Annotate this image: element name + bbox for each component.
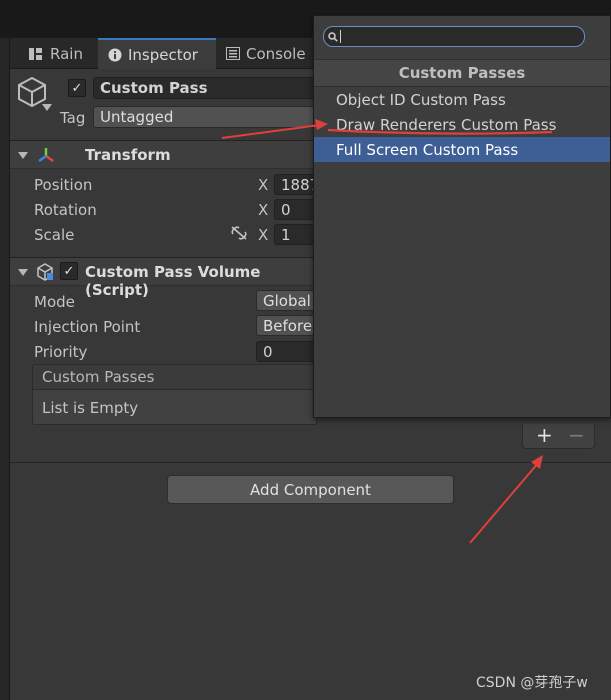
annotation-arrow-to-item: [221, 124, 321, 139]
annotation-arrowhead: [531, 455, 543, 469]
watermark-text: CSDN @芽孢子w: [476, 675, 588, 691]
annotation-arrow-to-add: [469, 461, 540, 544]
annotation-arrowhead: [315, 119, 328, 130]
annotation-overlay: [221, 119, 553, 544]
annotation-underline: [327, 128, 553, 135]
